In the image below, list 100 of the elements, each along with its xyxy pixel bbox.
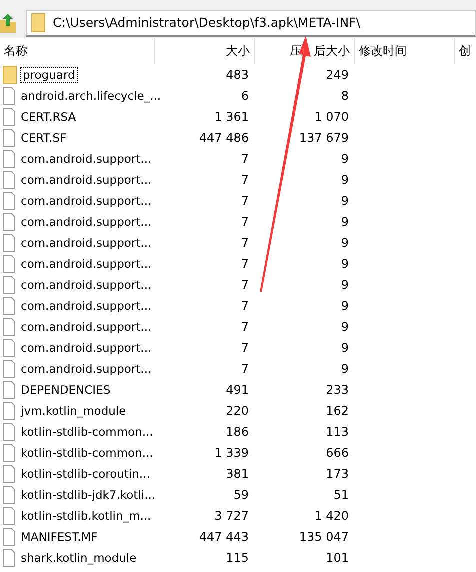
packed-size-cell-text: 9 [340,278,350,292]
file-icon [3,338,15,356]
packed-size-cell-text: 666 [325,446,350,460]
size-cell-text: 447 486 [198,130,250,144]
size-cell-text: 7 [240,172,250,186]
file-icon [3,234,15,252]
file-name[interactable]: com.android.support... [18,172,155,188]
file-name[interactable]: CERT.SF [18,130,70,146]
file-name[interactable]: kotlin-stdlib-common... [18,444,156,460]
size-cell-text: 7 [240,194,250,208]
file-name[interactable]: kotlin-stdlib-common... [18,424,156,440]
file-name[interactable]: com.android.support... [18,150,155,166]
column-header[interactable]: 大小 [155,38,255,64]
file-name[interactable]: shark.kotlin_module [18,550,140,566]
packed-size-cell-text: 233 [325,382,350,396]
file-icon [3,128,15,146]
file-name[interactable]: kotlin-stdlib-coroutin... [18,466,154,482]
size-cell-text: 7 [240,278,250,292]
size-cell-text: 115 [225,550,250,564]
file-name[interactable]: DEPENDENCIES [18,382,114,398]
file-name[interactable]: com.android.support... [18,298,155,314]
file-icon [3,254,15,272]
packed-size-cell-text: 9 [340,152,350,166]
packed-size-cell-text: 9 [340,214,350,228]
size-cell-text: 7 [240,320,250,334]
column-header[interactable]: 名称 [0,38,155,64]
file-name[interactable]: kotlin-stdlib.kotlin_m... [18,508,154,524]
file-icon [3,422,15,440]
folder-icon [31,12,47,32]
file-icon [3,108,15,126]
size-cell-text: 7 [240,236,250,250]
packed-size-cell-text: 9 [340,172,350,186]
size-cell-text: 1 339 [214,446,250,460]
file-icon [3,170,15,188]
packed-size-cell-text: 9 [340,236,350,250]
packed-size-cell-text: 173 [325,466,350,480]
address-field[interactable]: C:\Users\Administrator\Desktop\f3.apk\META-INF\ [26,10,476,36]
packed-size-cell-text: 9 [340,320,350,334]
file-name[interactable]: com.android.support... [18,234,155,250]
size-cell-text: 7 [240,256,250,270]
packed-size-cell-text: 8 [340,88,350,102]
column-header[interactable]: 创 [455,38,476,64]
file-icon [3,296,15,314]
file-icon [3,444,15,462]
size-cell-text: 483 [225,68,250,82]
file-name[interactable]: com.android.support... [18,276,155,292]
file-name[interactable]: android.arch.lifecycle_... [18,88,164,104]
file-icon [3,150,15,168]
file-icon [3,380,15,398]
folder-up-icon[interactable] [0,13,16,33]
size-cell-text: 491 [225,382,250,396]
folder-icon [3,66,17,84]
packed-size-cell-text: 162 [325,404,350,418]
size-cell-text: 7 [240,340,250,354]
packed-size-cell-text: 1 420 [314,508,350,522]
packed-size-cell-text: 51 [332,488,350,502]
size-cell-text: 220 [225,404,250,418]
file-name[interactable]: com.android.support... [18,192,155,208]
file-icon [3,318,15,336]
file-name[interactable]: com.android.support... [18,214,155,230]
packed-size-cell-text: 137 679 [298,130,350,144]
packed-size-cell-text: 135 047 [298,530,350,544]
size-cell-text: 3 727 [214,508,250,522]
file-name[interactable]: CERT.RSA [18,108,80,124]
packed-size-cell-text: 1 070 [314,110,350,124]
file-icon [3,486,15,504]
size-cell-text: 7 [240,362,250,376]
file-name[interactable]: jvm.kotlin_module [18,402,130,418]
file-icon [3,528,15,546]
packed-size-cell-text: 101 [325,550,350,564]
file-name[interactable]: kotlin-stdlib-jdk7.kotli... [18,486,159,502]
size-cell-text: 7 [240,298,250,312]
file-icon [3,360,15,378]
size-cell-text: 59 [232,488,250,502]
size-cell-text: 7 [240,152,250,166]
file-icon [3,192,15,210]
packed-size-cell-text: 9 [340,298,350,312]
file-icon [3,402,15,420]
file-name[interactable]: MANIFEST.MF [18,528,101,544]
file-icon [3,464,15,482]
packed-size-cell-text: 9 [340,194,350,208]
file-icon [3,276,15,294]
column-header[interactable]: 修改时间 [355,38,455,64]
size-cell-text: 1 361 [214,110,250,124]
file-icon [3,212,15,230]
packed-size-cell-text: 249 [325,68,350,82]
file-name[interactable]: com.android.support... [18,360,155,376]
packed-size-cell-text: 9 [340,362,350,376]
file-icon [3,86,15,104]
size-cell-text: 7 [240,214,250,228]
size-cell-text: 186 [225,424,250,438]
file-name[interactable]: proguard [20,66,78,82]
file-name[interactable]: com.android.support... [18,256,155,272]
file-icon [3,548,15,566]
file-icon [3,506,15,524]
packed-size-cell-text: 113 [325,424,350,438]
size-cell-text: 447 443 [198,530,250,544]
file-name[interactable]: com.android.support... [18,340,155,356]
file-name[interactable]: com.android.support... [18,318,155,334]
packed-size-cell-text: 9 [340,340,350,354]
